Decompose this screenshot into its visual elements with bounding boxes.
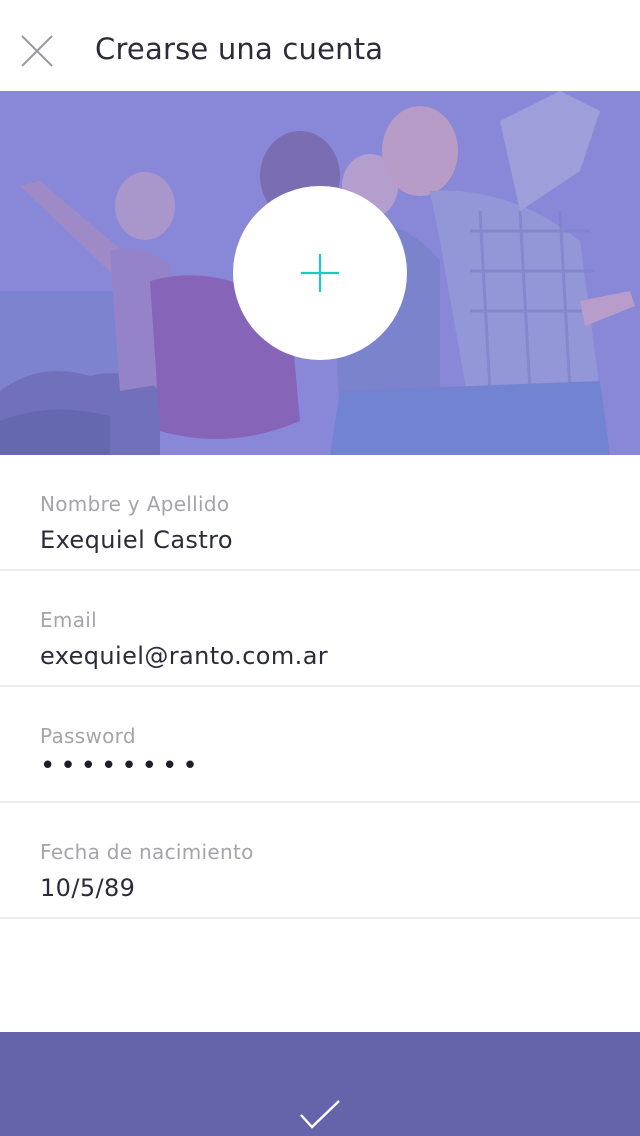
password-label: Password bbox=[40, 724, 136, 748]
plus-icon bbox=[301, 254, 339, 292]
password-field[interactable]: Password •••••••• bbox=[0, 687, 640, 803]
birthdate-field[interactable]: Fecha de nacimiento 10/5/89 bbox=[0, 803, 640, 919]
birthdate-input[interactable]: 10/5/89 bbox=[40, 874, 600, 902]
name-field[interactable]: Nombre y Apellido Exequiel Castro bbox=[0, 455, 640, 571]
create-account-screen: Crearse una cuenta Nombre y Apellido Exe… bbox=[0, 0, 640, 1136]
email-input[interactable]: exequiel@ranto.com.ar bbox=[40, 642, 600, 670]
checkmark-icon bbox=[300, 1100, 340, 1129]
name-label: Nombre y Apellido bbox=[40, 492, 230, 516]
page-title: Crearse una cuenta bbox=[95, 32, 384, 66]
close-button[interactable] bbox=[14, 28, 60, 74]
signup-form: Nombre y Apellido Exequiel Castro Email … bbox=[0, 455, 640, 919]
hero-banner bbox=[0, 91, 640, 455]
email-field[interactable]: Email exequiel@ranto.com.ar bbox=[0, 571, 640, 687]
close-icon bbox=[14, 28, 60, 74]
header: Crearse una cuenta bbox=[0, 0, 640, 91]
email-label: Email bbox=[40, 608, 97, 632]
birthdate-label: Fecha de nacimiento bbox=[40, 840, 254, 864]
password-input[interactable]: •••••••• bbox=[40, 751, 600, 781]
name-input[interactable]: Exequiel Castro bbox=[40, 526, 600, 554]
add-photo-button[interactable] bbox=[233, 186, 407, 360]
confirm-button[interactable] bbox=[0, 1032, 640, 1136]
